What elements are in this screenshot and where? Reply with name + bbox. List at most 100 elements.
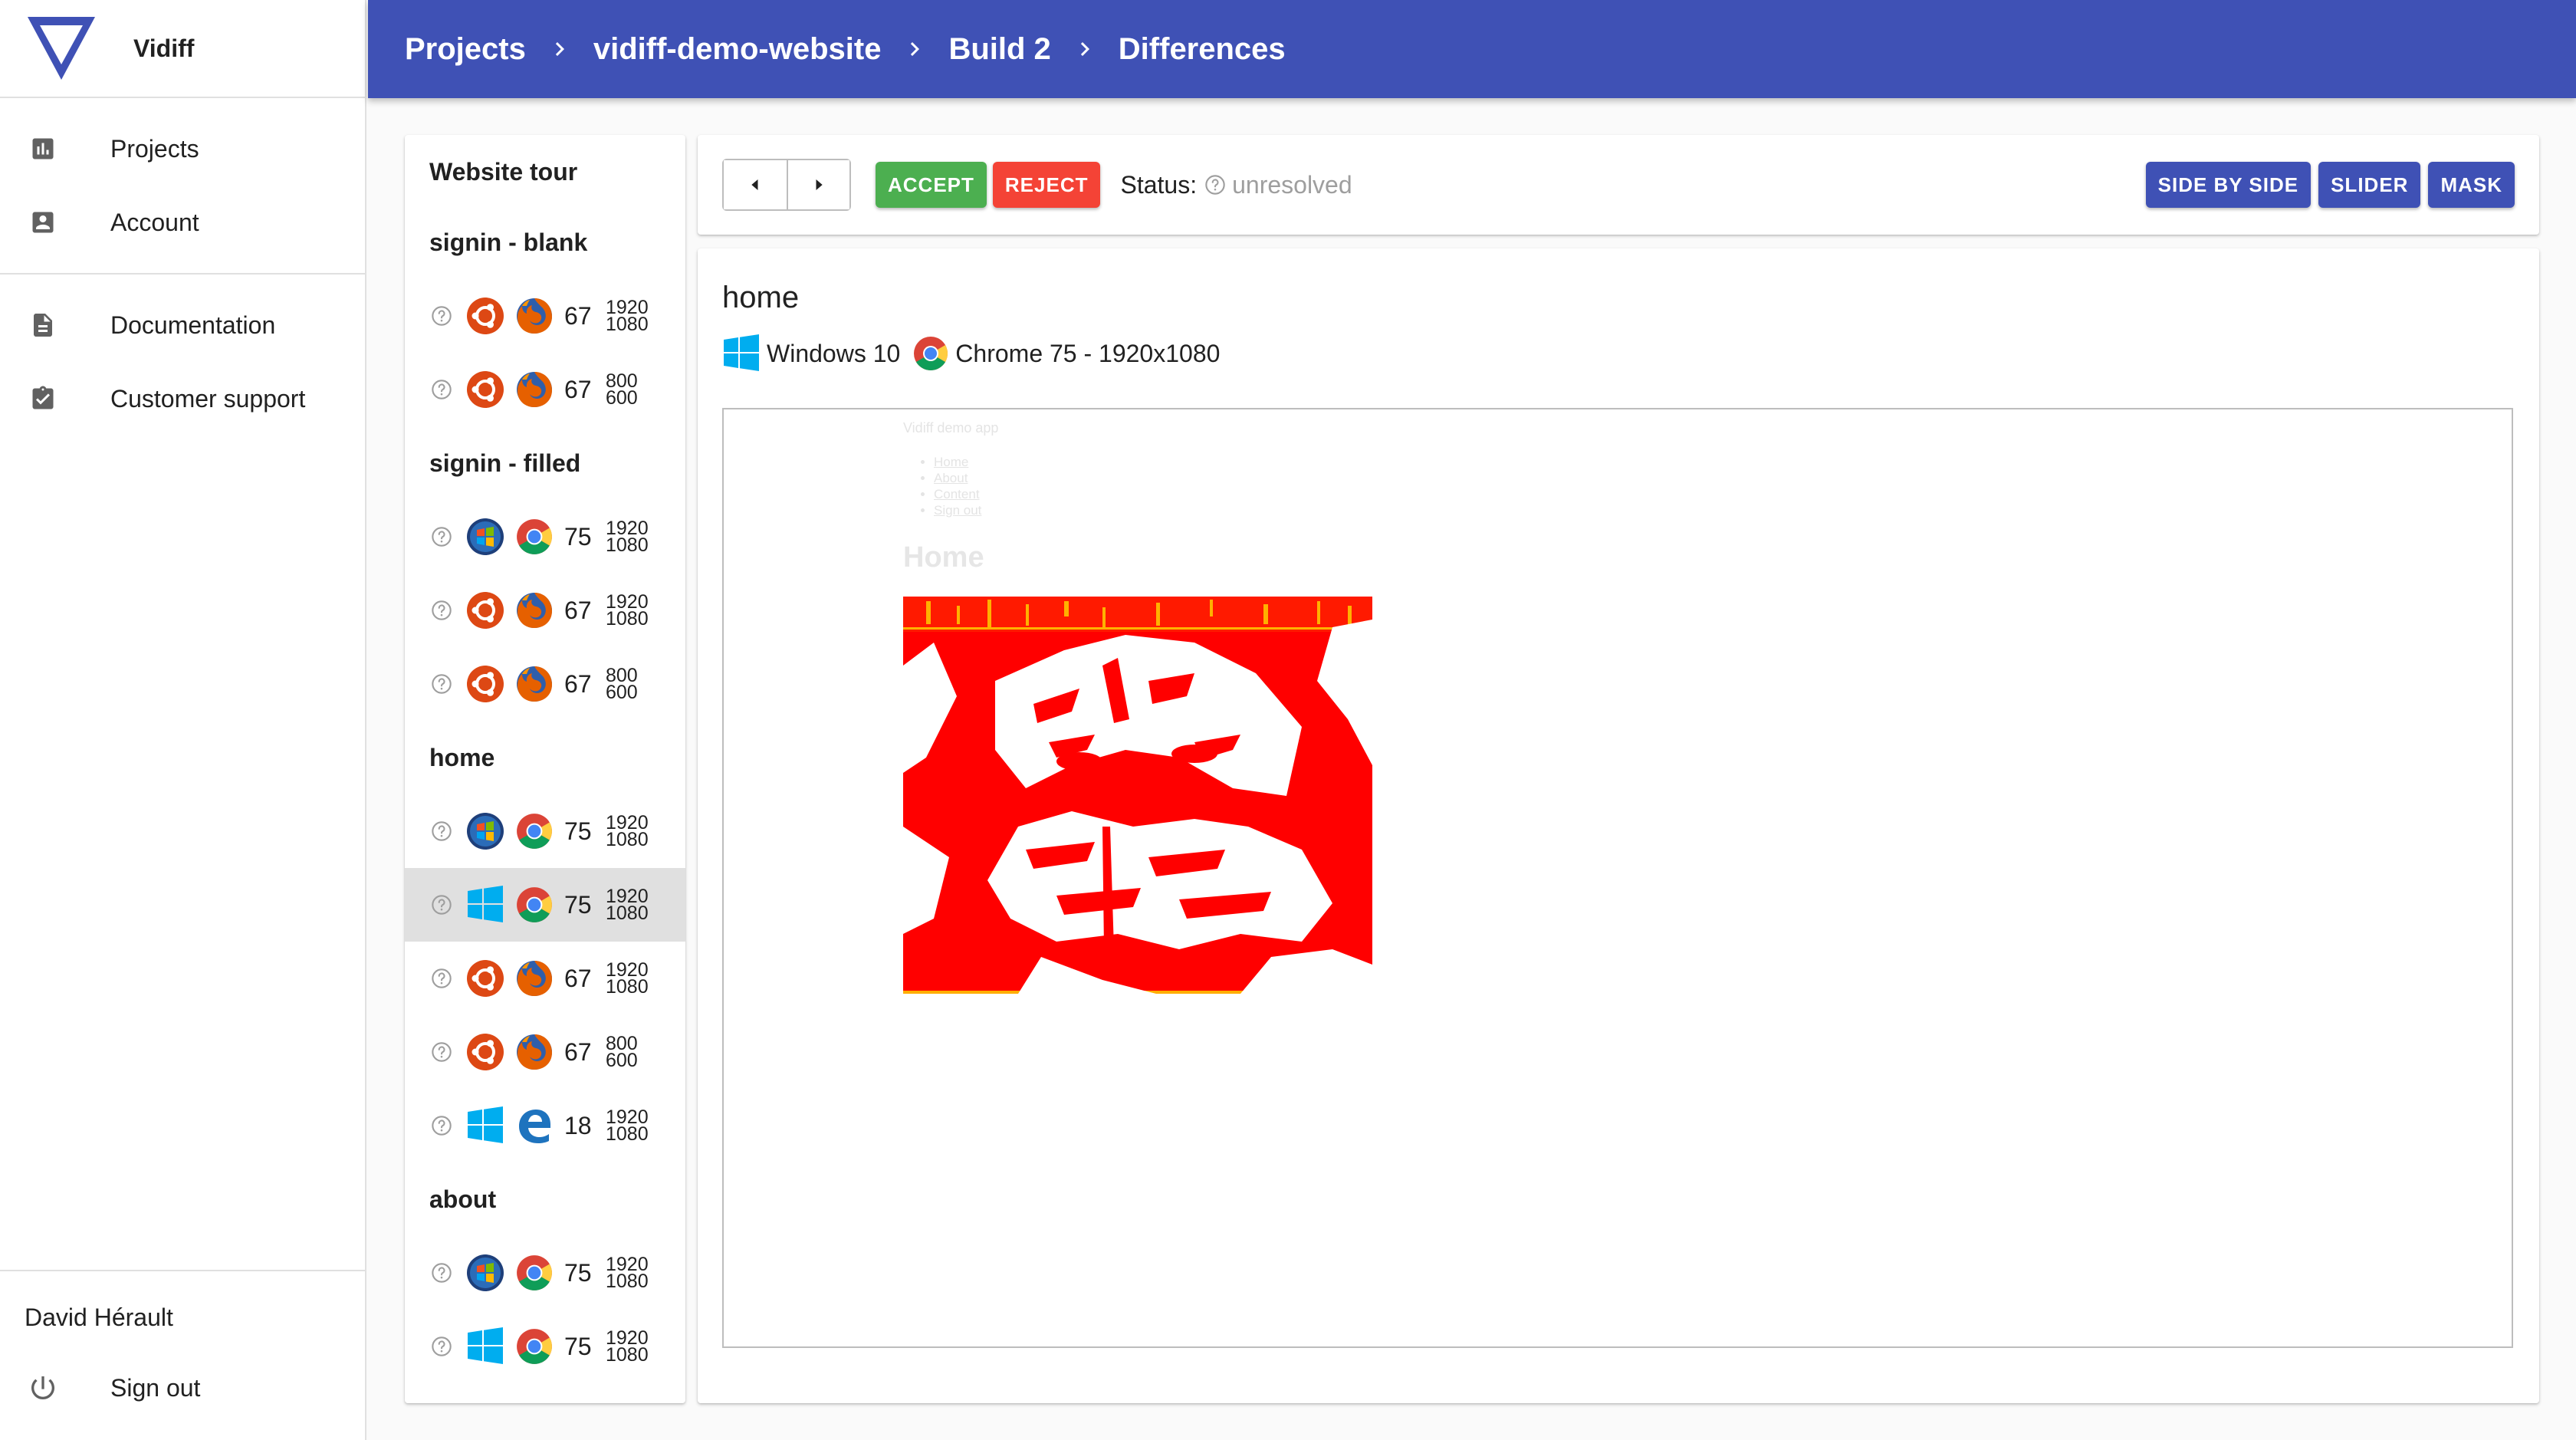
sign-out-button[interactable]: Sign out [0,1351,365,1425]
resolution: 800 600 [606,372,638,409]
view-mode-buttons: SIDE BY SIDE SLIDER MASK [2145,162,2515,208]
test-row[interactable]: 75 1920 1080 [405,1236,685,1310]
help-circle-icon [431,673,452,695]
ubuntu-icon [466,959,504,998]
browser-version: 75 [564,890,592,919]
test-row[interactable]: 67 1920 1080 [405,279,685,353]
resolution: 1920 1080 [606,814,649,850]
previous-button[interactable] [724,160,787,209]
vidiff-logo-icon [28,17,95,80]
ubuntu-icon [466,297,504,335]
sidebar: Vidiff Projects Account Documentation Cu… [0,0,366,1440]
resolution: 1920 1080 [606,1255,649,1291]
chrome-icon [515,1327,554,1366]
resolution: 800 600 [606,1034,638,1070]
resolution-height: 600 [606,682,638,703]
test-row[interactable]: 67 800 600 [405,353,685,426]
resolution-height: 1080 [606,976,649,998]
windows10-icon [466,1327,504,1366]
breadcrumb-projects[interactable]: Projects [405,32,526,67]
test-row[interactable]: 18 1920 1080 [405,1089,685,1162]
slider-button[interactable]: SLIDER [2318,162,2421,208]
browser-version: 67 [564,964,592,992]
os-name: Windows 10 [767,339,901,367]
test-group-heading: home [429,743,495,771]
test-row[interactable]: 75 1920 1080 [405,1310,685,1383]
firefox-icon [515,297,554,335]
firefox-icon [515,1033,554,1071]
nav-item-customer-support[interactable]: Customer support [0,362,365,436]
edge-icon [515,1106,554,1145]
chevron-right-icon [546,35,573,63]
browser-version: 67 [564,596,592,624]
diff-title: home [722,281,800,314]
firefox-icon [515,665,554,703]
mask-button[interactable]: MASK [2428,162,2515,208]
test-row[interactable]: 75 1920 1080 [405,500,685,574]
nav-label: Account [110,208,199,236]
nav-label: Documentation [110,311,276,339]
test-row[interactable]: 67 800 600 [405,1015,685,1089]
ubuntu-icon [466,591,504,630]
power-icon [28,1373,58,1403]
browser-version: 75 [564,817,592,845]
tour-title: Website tour [429,157,578,186]
resolution: 1920 1080 [606,1108,649,1144]
resolution-height: 600 [606,387,638,409]
side-by-side-button[interactable]: SIDE BY SIDE [2145,162,2312,208]
reject-button[interactable]: REJECT [992,162,1101,208]
diff-image[interactable]: Vidiff demo app Home About Content Sign … [722,408,2513,1348]
test-row[interactable]: 75 1920 1080 [405,794,685,868]
environment-info: Windows 10 Chrome 75 - 1920x1080 [722,334,1220,373]
assignment-check-icon [28,383,58,414]
chrome-icon [515,518,554,556]
chrome-icon [515,812,554,850]
resolution-height: 1080 [606,902,649,924]
help-circle-icon [431,1115,452,1136]
test-group-heading: signin - blank [429,228,588,256]
preview-app-title: Vidiff demo app [903,420,999,436]
accept-button[interactable]: ACCEPT [876,162,987,208]
help-circle-icon [431,305,452,327]
resolution: 1920 1080 [606,887,649,924]
test-row[interactable]: 67 1920 1080 [405,942,685,1015]
nav-item-projects[interactable]: Projects [0,112,365,186]
test-row[interactable]: 67 1920 1080 [405,574,685,647]
windows7-icon [466,812,504,850]
test-row[interactable]: 67 800 600 [405,647,685,721]
help-circle-icon [431,1262,452,1284]
nav-item-documentation[interactable]: Documentation [0,288,365,362]
next-button[interactable] [787,160,849,209]
chrome-icon [515,886,554,924]
top-app-bar: Projects vidiff-demo-website Build 2 Dif… [368,0,2576,98]
caret-left-icon [751,179,758,190]
status-value: unresolved [1232,170,1352,199]
status-label: Status: [1120,170,1198,199]
nav-item-account[interactable]: Account [0,186,365,259]
help-circle-icon [431,600,452,621]
user-name: David Hérault [25,1303,173,1331]
diff-panel: home Windows 10 Chrome 75 - 1920x1080 Vi… [698,248,2539,1403]
windows10-icon [466,1106,504,1145]
resolution-height: 1080 [606,1344,649,1366]
nav-label: Projects [110,134,199,163]
browser-version: 75 [564,1332,592,1360]
breadcrumb-project[interactable]: vidiff-demo-website [593,32,882,67]
preview-link-sign-out: Sign out [934,502,981,518]
preview-links: Home About Content Sign out [915,454,981,518]
resolution: 1920 1080 [606,593,649,629]
browser-version: 67 [564,1037,592,1066]
cat-diff-image [903,597,1372,994]
chrome-icon [515,1254,554,1292]
windows10-icon [466,886,504,924]
breadcrumb-differences: Differences [1118,31,1286,66]
diff-toolbar: ACCEPT REJECT Status: unresolved SIDE BY… [698,135,2539,235]
pager [722,159,851,211]
test-row[interactable]: 75 1920 1080 [405,868,685,942]
help-circle-icon [1205,175,1225,195]
firefox-icon [515,959,554,998]
brand[interactable]: Vidiff [0,0,365,98]
bar-chart-icon [28,133,58,164]
breadcrumb-build[interactable]: Build 2 [948,32,1050,67]
test-group-heading: about [429,1185,497,1213]
